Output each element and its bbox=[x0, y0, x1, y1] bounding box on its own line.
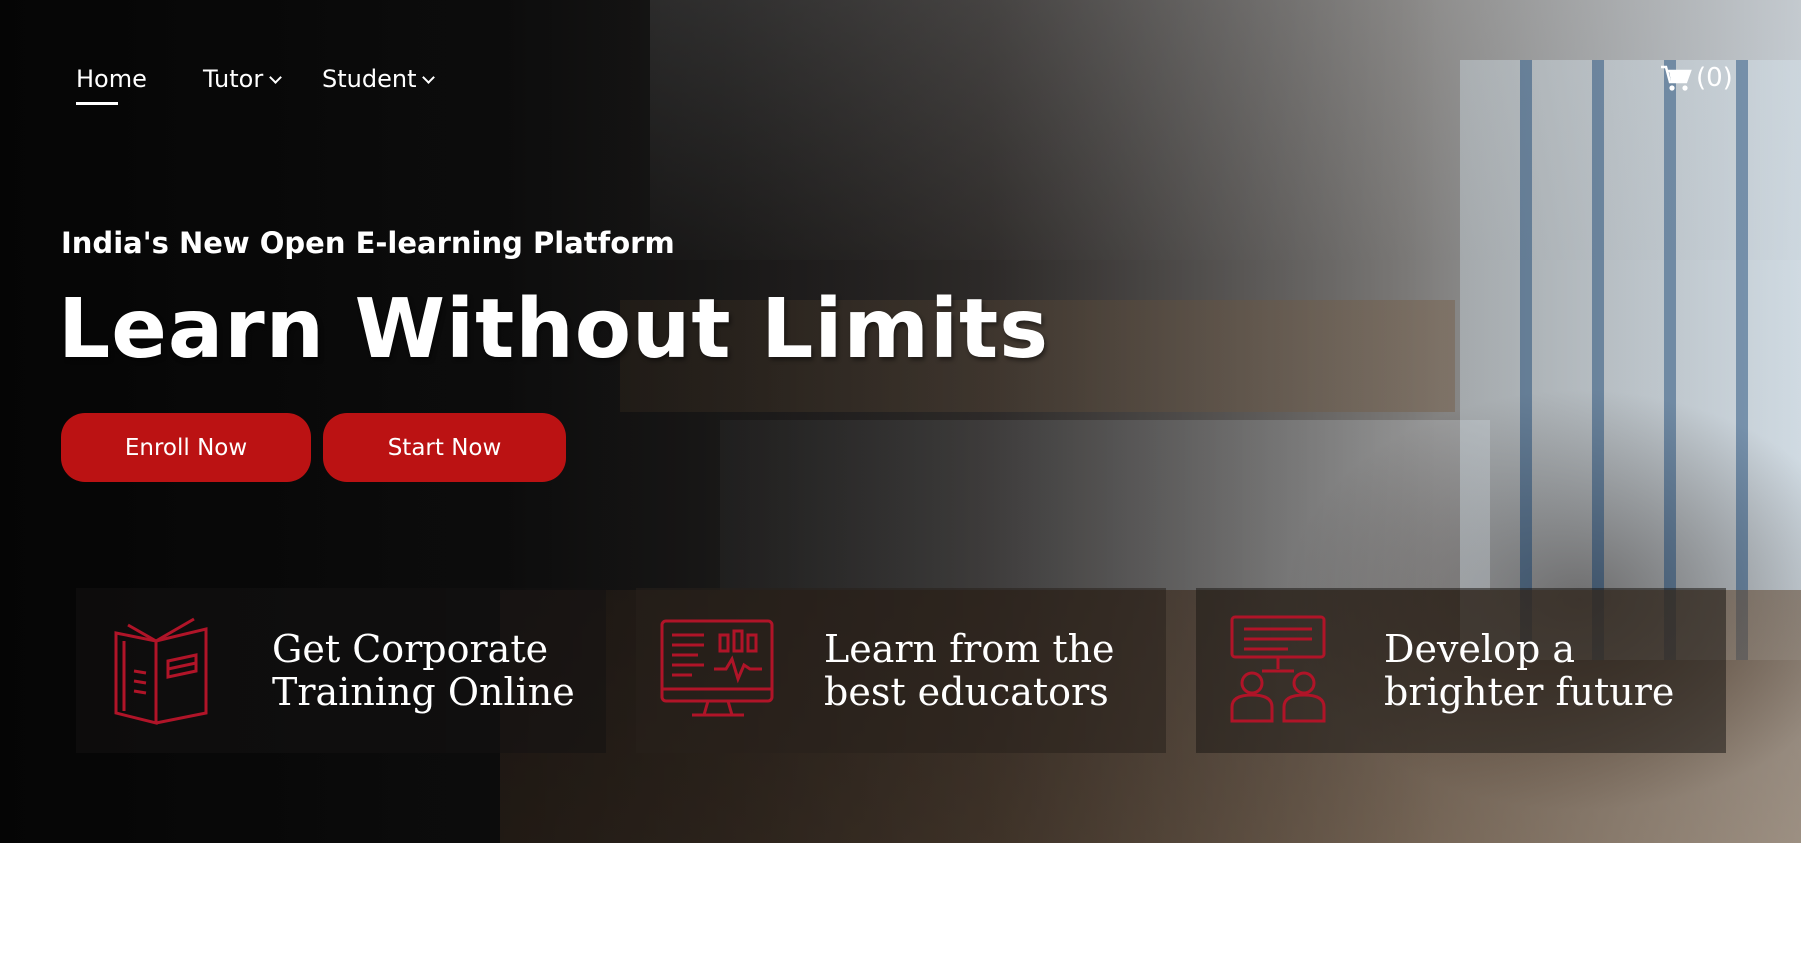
monitor-chart-icon bbox=[660, 619, 774, 716]
feature-line: Training Online bbox=[272, 669, 575, 714]
presentation-people-icon bbox=[1230, 615, 1326, 722]
feature-line: best educators bbox=[824, 669, 1109, 714]
feature-line: Get Corporate bbox=[272, 626, 549, 671]
nav-tutor-label: Tutor bbox=[203, 65, 264, 93]
chevron-down-icon bbox=[269, 71, 283, 84]
feature-text: Develop a brighter future bbox=[1384, 626, 1675, 714]
feature-card-future: Develop a brighter future bbox=[1196, 588, 1726, 753]
hero-headline: Learn Without Limits bbox=[58, 282, 1050, 377]
nav-tutor-dropdown[interactable]: Tutor bbox=[203, 64, 283, 94]
nav-student-label: Student bbox=[322, 65, 417, 93]
feature-card-educators: Learn from the best educators bbox=[636, 588, 1166, 753]
hero-banner: Home Tutor Student (0) India's New Open … bbox=[0, 0, 1801, 843]
book-icon bbox=[114, 617, 208, 725]
feature-line: Learn from the bbox=[824, 626, 1115, 671]
nav-home[interactable]: Home bbox=[76, 64, 147, 105]
top-navigation: Home Tutor Student (0) bbox=[0, 0, 1801, 120]
chevron-down-icon bbox=[422, 71, 436, 84]
cart-count: (0) bbox=[1696, 63, 1733, 93]
feature-card-corporate-training: Get Corporate Training Online bbox=[76, 588, 606, 753]
feature-line: brighter future bbox=[1384, 669, 1675, 714]
enroll-now-button[interactable]: Enroll Now bbox=[61, 413, 311, 482]
nav-home-label: Home bbox=[76, 65, 147, 93]
feature-text: Learn from the best educators bbox=[824, 626, 1115, 714]
feature-line: Develop a bbox=[1384, 626, 1576, 671]
cart-icon bbox=[1661, 65, 1692, 91]
nav-active-underline bbox=[76, 102, 118, 105]
nav-student-dropdown[interactable]: Student bbox=[322, 64, 436, 94]
hero-tagline: India's New Open E-learning Platform bbox=[61, 226, 675, 260]
start-now-button[interactable]: Start Now bbox=[323, 413, 566, 482]
cart-button[interactable]: (0) bbox=[1660, 62, 1733, 94]
feature-text: Get Corporate Training Online bbox=[272, 626, 575, 714]
